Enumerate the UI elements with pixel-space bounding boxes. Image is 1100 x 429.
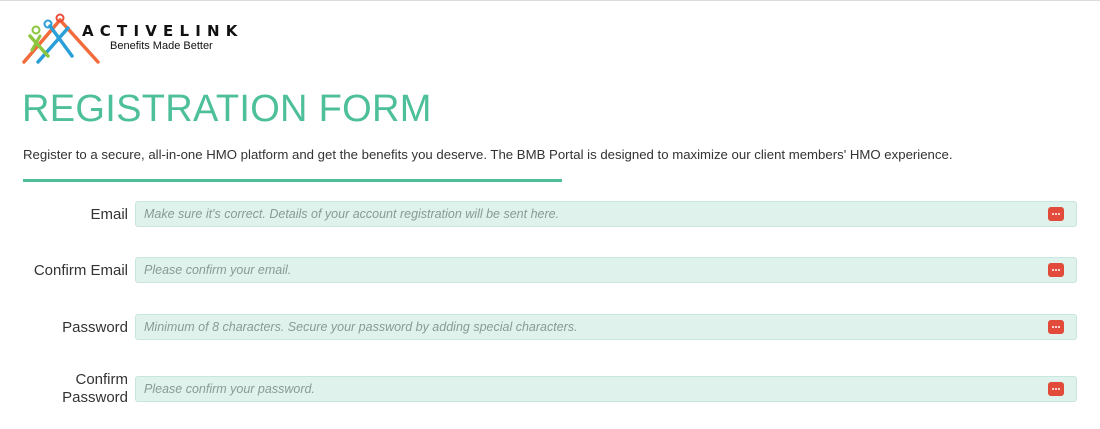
confirm-password-label-line2: Password xyxy=(62,389,128,406)
password-input[interactable] xyxy=(136,315,1076,339)
email-input[interactable] xyxy=(136,202,1076,226)
confirm-password-input[interactable] xyxy=(136,377,1076,401)
confirm-password-label-line1: Confirm xyxy=(75,371,128,388)
confirm-password-field-wrapper xyxy=(135,376,1077,402)
confirm-email-label: Confirm Email xyxy=(33,262,128,279)
page-title: REGISTRATION FORM xyxy=(22,88,432,130)
password-field-wrapper xyxy=(135,314,1077,340)
confirm-email-field-wrapper xyxy=(135,257,1077,283)
password-manager-icon[interactable] xyxy=(1048,382,1064,396)
brand-name: ACTIVELINK xyxy=(82,22,244,40)
activelink-logo-icon xyxy=(22,13,100,64)
page-intro: Register to a secure, all-in-one HMO pla… xyxy=(23,147,953,162)
confirm-password-label: Confirm Password xyxy=(62,371,128,407)
email-label: Email xyxy=(90,206,128,223)
title-divider xyxy=(23,179,562,182)
password-manager-icon[interactable] xyxy=(1048,263,1064,277)
brand-logo: ACTIVELINK Benefits Made Better xyxy=(22,12,262,68)
password-label: Password xyxy=(62,319,128,336)
confirm-email-input[interactable] xyxy=(136,258,1076,282)
password-manager-icon[interactable] xyxy=(1048,320,1064,334)
top-border xyxy=(0,0,1100,1)
brand-tagline: Benefits Made Better xyxy=(110,40,213,52)
password-manager-icon[interactable] xyxy=(1048,207,1064,221)
email-field-wrapper xyxy=(135,201,1077,227)
